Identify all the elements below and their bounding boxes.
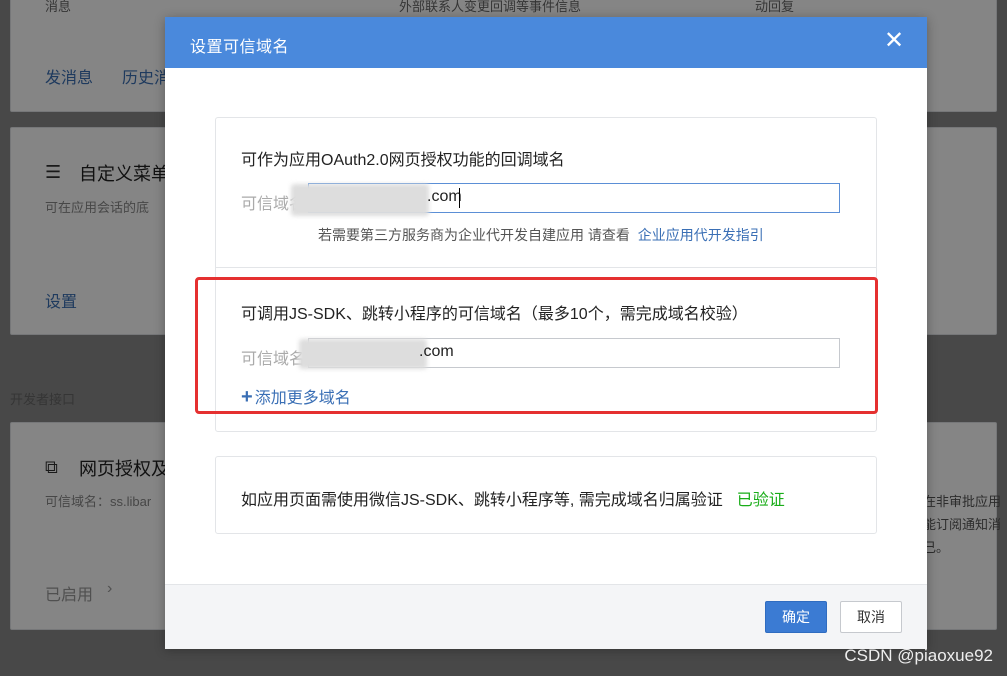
jssdk-section-title: 可调用JS-SDK、跳转小程序的可信域名（最多10个，需完成域名校验） xyxy=(241,306,748,323)
dialog-header: 设置可信域名 ✕ xyxy=(165,17,927,68)
verification-text-row: 如应用页面需使用微信JS-SDK、跳转小程序等, 需完成域名归属验证 已验证 xyxy=(241,486,785,510)
redacted-domain xyxy=(291,184,429,216)
jssdk-field-label: 可信域名 xyxy=(241,351,306,368)
developer-guide-link[interactable]: 企业应用代开发指引 xyxy=(638,227,764,243)
watermark: CSDN @piaoxue92 xyxy=(844,646,993,665)
oauth-domain-value: .com xyxy=(427,188,462,205)
text-caret xyxy=(459,188,460,208)
redacted-domain xyxy=(299,339,427,369)
verified-status: 已验证 xyxy=(736,492,785,509)
dialog-footer: 确定 取消 xyxy=(165,584,927,649)
plus-icon: + xyxy=(241,386,253,408)
dialog-title: 设置可信域名 xyxy=(190,39,290,56)
verification-text: 如应用页面需使用微信JS-SDK、跳转小程序等, 需完成域名归属验证 xyxy=(241,492,723,509)
oauth-section-title: 可作为应用OAuth2.0网页授权功能的回调域名 xyxy=(241,152,565,169)
jssdk-domain-value: .com xyxy=(419,343,454,360)
jssdk-domain-section: 可调用JS-SDK、跳转小程序的可信域名（最多10个，需完成域名校验） 可信域名… xyxy=(215,267,877,432)
jssdk-domain-input[interactable]: .com xyxy=(299,338,840,369)
add-more-label: 添加更多域名 xyxy=(254,390,351,407)
oauth-hint-text: 若需要第三方服务商为企业代开发自建应用 请查看 企业应用代开发指引 xyxy=(318,225,764,245)
trusted-domain-dialog: 设置可信域名 ✕ 可作为应用OAuth2.0网页授权功能的回调域名 可信域名 .… xyxy=(165,17,927,649)
domain-verification-section: 如应用页面需使用微信JS-SDK、跳转小程序等, 需完成域名归属验证 已验证 xyxy=(215,456,877,534)
cancel-button[interactable]: 取消 xyxy=(840,601,902,633)
add-more-domains-link[interactable]: + 添加更多域名 xyxy=(241,384,351,409)
close-icon[interactable]: ✕ xyxy=(883,29,905,53)
oauth-hint-prefix: 若需要第三方服务商为企业代开发自建应用 请查看 xyxy=(318,227,630,243)
oauth-domain-input[interactable]: .com xyxy=(291,183,840,216)
confirm-button[interactable]: 确定 xyxy=(765,601,827,633)
oauth-domain-section: 可作为应用OAuth2.0网页授权功能的回调域名 可信域名 .com 若需要第三… xyxy=(215,117,877,268)
